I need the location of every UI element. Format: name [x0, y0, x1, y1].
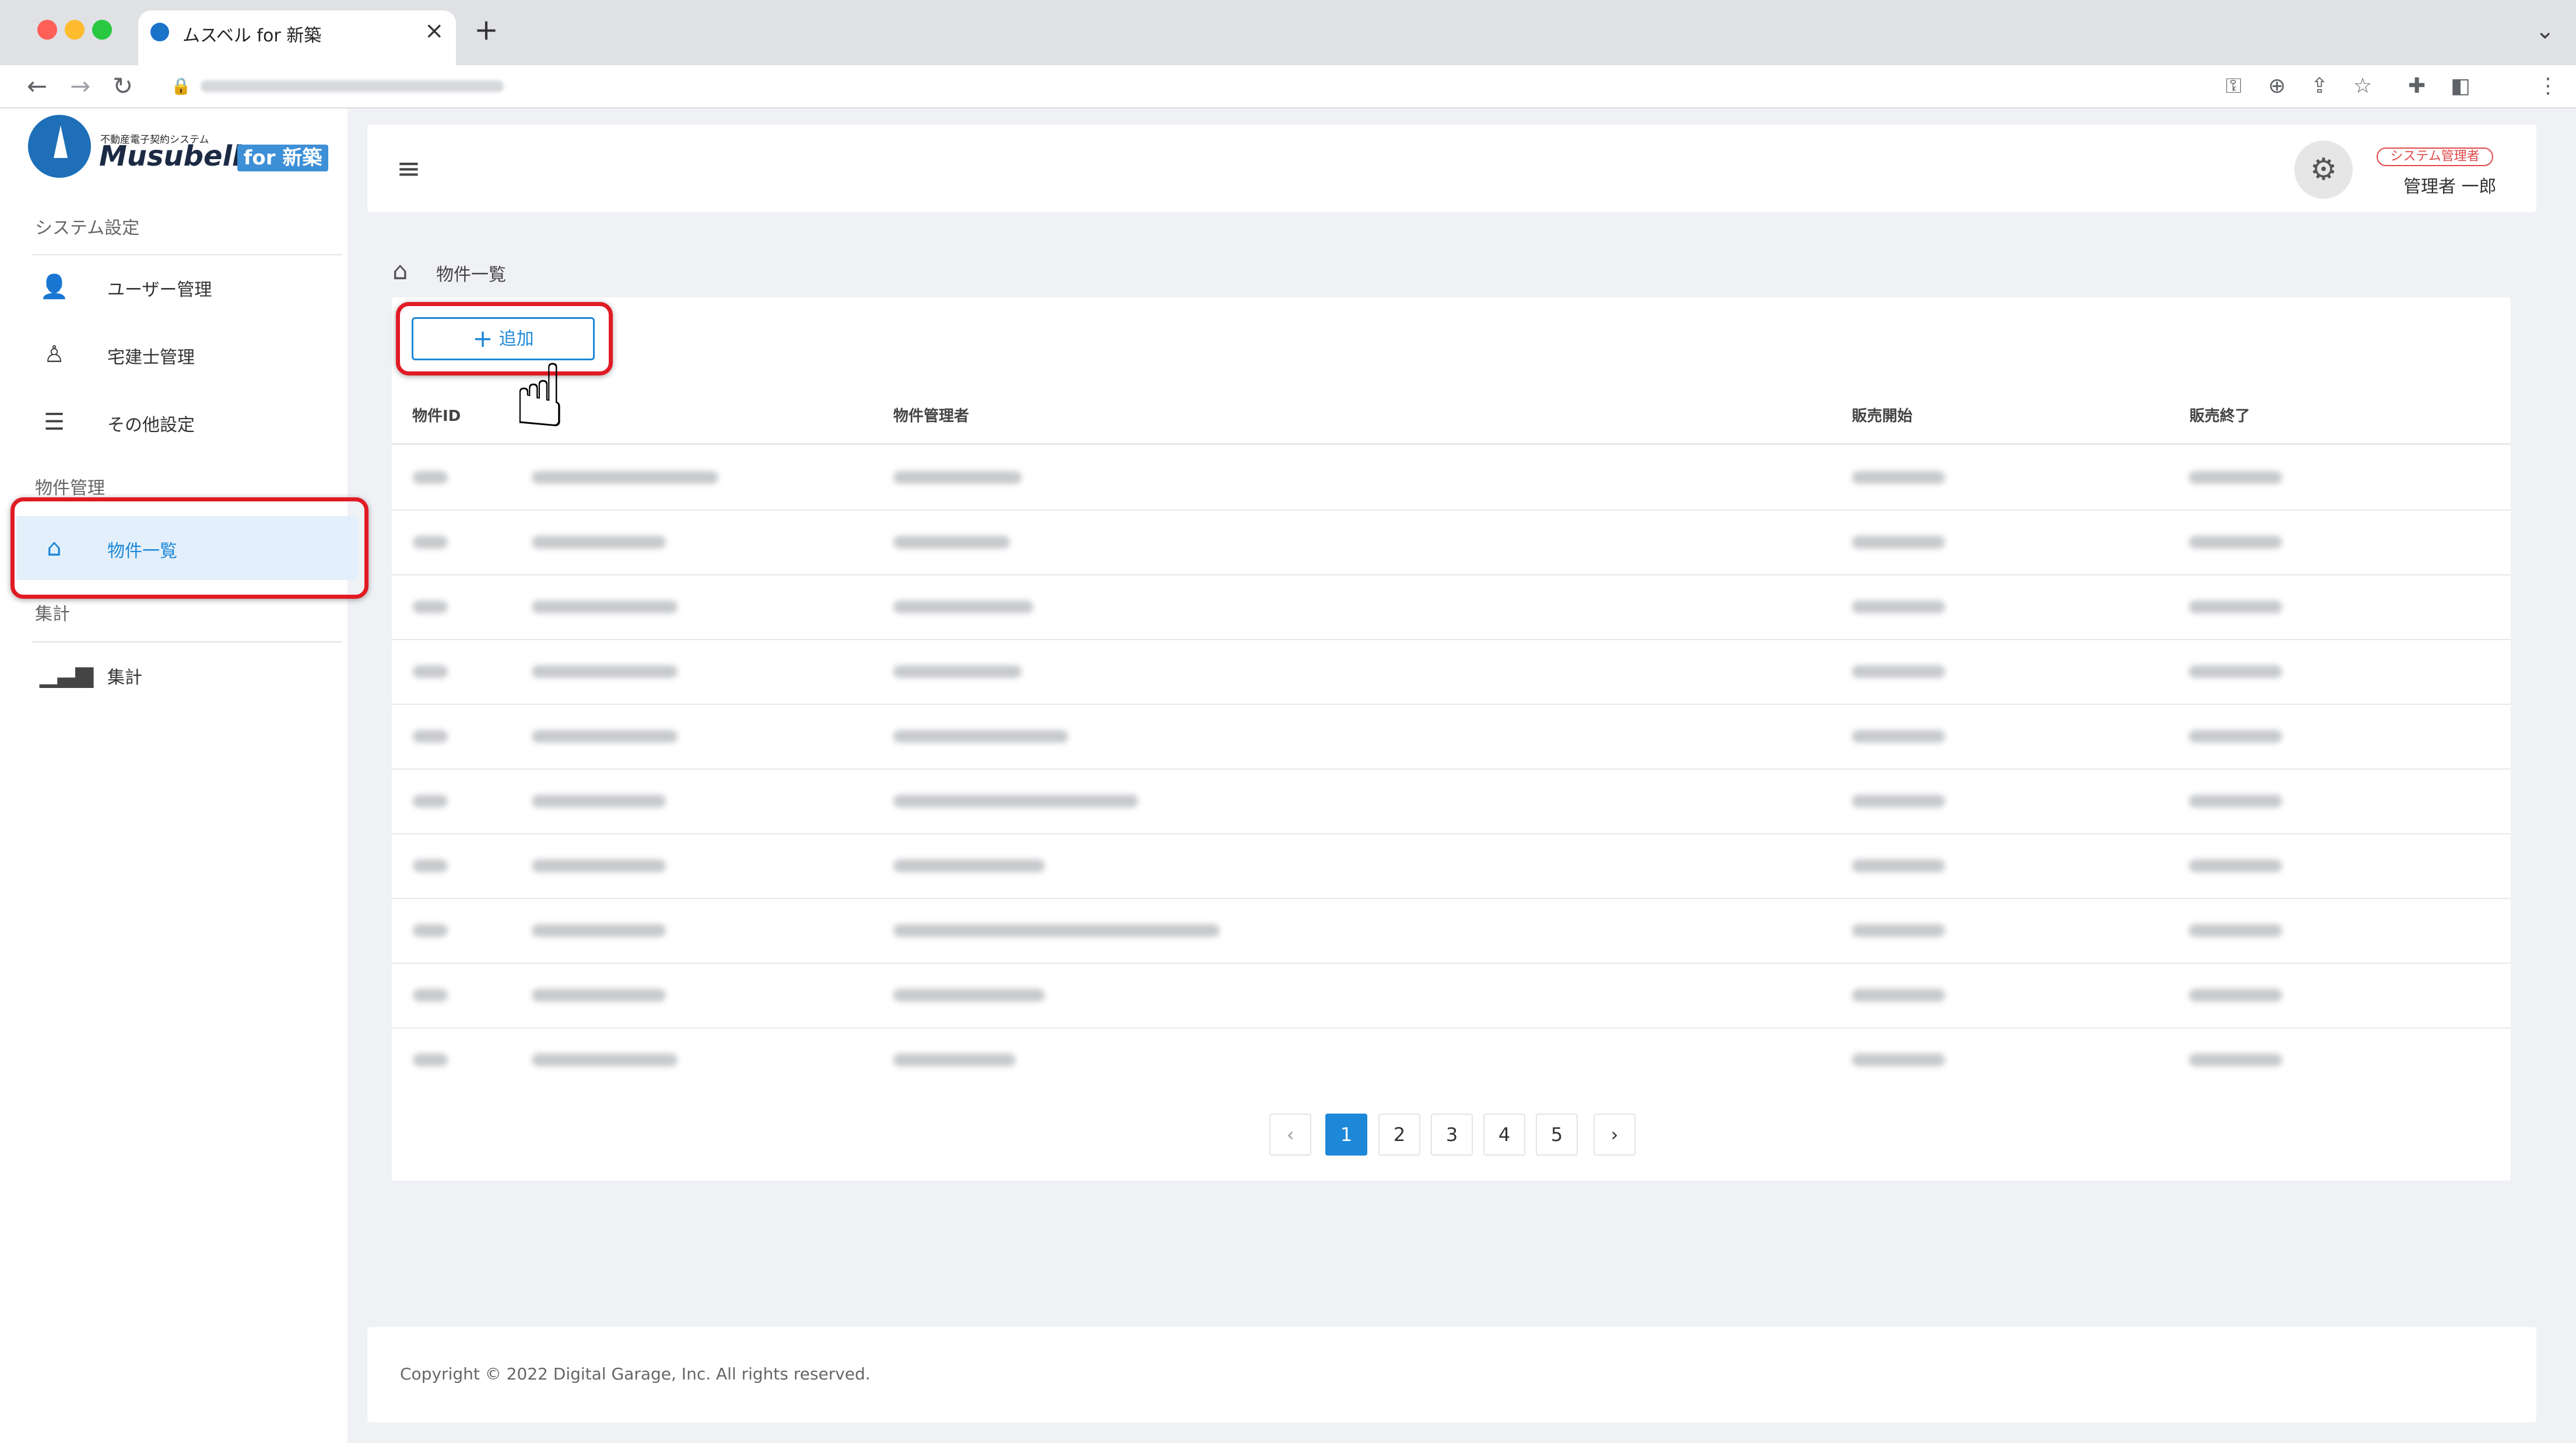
pagination-page[interactable]: 5 — [1536, 1114, 1578, 1156]
pagination-next-icon[interactable]: › — [1594, 1114, 1636, 1156]
table-row[interactable] — [392, 574, 2511, 640]
copyright-text: Copyright © 2022 Digital Garage, Inc. Al… — [400, 1364, 871, 1384]
hamburger-menu-icon[interactable]: ≡ — [396, 152, 421, 185]
agent-icon: ♙ — [44, 341, 65, 368]
sidebar-item-summary[interactable]: ▁▃▆ 集計 — [16, 642, 360, 707]
sidebar-item-label: その他設定 — [107, 415, 195, 436]
header-bar — [367, 125, 2536, 212]
logo-badge: for 新築 — [237, 145, 328, 171]
extensions-icon[interactable]: ✚ — [2408, 65, 2426, 107]
pagination-page[interactable]: 3 — [1431, 1114, 1473, 1156]
sidebar-item-other-settings[interactable]: ☰ その他設定 — [16, 390, 360, 454]
tab-close-icon[interactable]: × — [424, 17, 444, 44]
pagination-prev-icon[interactable]: ‹ — [1269, 1114, 1311, 1156]
tab-title: ムスベル for 新築 — [183, 26, 322, 46]
new-tab-icon[interactable]: + — [474, 13, 499, 47]
sidebar-item-label: 集計 — [107, 668, 142, 688]
list-icon: ☰ — [44, 409, 65, 436]
hand-cursor-icon: ☝ — [513, 346, 567, 447]
back-icon[interactable]: ← — [27, 65, 47, 107]
sidebar-item-agents[interactable]: ♙ 宅建士管理 — [16, 322, 360, 387]
lock-icon: 🔒 — [171, 76, 191, 96]
sidebar-highlight-frame — [10, 497, 368, 599]
window-minimize-dot[interactable] — [65, 20, 85, 40]
table-row[interactable] — [392, 963, 2511, 1028]
add-button-highlight-frame — [396, 302, 613, 375]
column-header-manager[interactable]: 物件管理者 — [893, 404, 969, 426]
section-label-system: システム設定 — [35, 218, 140, 238]
settings-gear-icon[interactable]: ⚙ — [2294, 141, 2353, 199]
column-header-property-id[interactable]: 物件ID — [412, 404, 461, 426]
sidebar-item-label: 宅建士管理 — [107, 347, 195, 368]
reload-icon[interactable]: ↻ — [113, 65, 133, 107]
tab-list-icon[interactable]: ⌄ — [2535, 17, 2555, 44]
logo-icon — [28, 115, 91, 178]
section-label-summary: 集計 — [35, 604, 70, 624]
pagination-page[interactable]: 4 — [1483, 1114, 1525, 1156]
pagination-page[interactable]: 2 — [1378, 1114, 1420, 1156]
column-header-sale-end[interactable]: 販売終了 — [2189, 404, 2250, 426]
table-row[interactable] — [392, 445, 2511, 511]
table-row[interactable] — [392, 833, 2511, 899]
page-title: 物件一覧 — [436, 265, 506, 285]
table-row[interactable] — [392, 768, 2511, 834]
table-row[interactable] — [392, 639, 2511, 705]
table-row[interactable] — [392, 1027, 2511, 1092]
zoom-icon[interactable]: ⊕ — [2268, 65, 2286, 107]
bookmark-star-icon[interactable]: ☆ — [2353, 65, 2372, 107]
window-close-dot[interactable] — [37, 20, 57, 40]
side-panel-icon[interactable]: ◧ — [2451, 65, 2470, 107]
role-badge: システム管理者 — [2377, 148, 2493, 166]
building-icon: ⌂ — [392, 257, 408, 285]
browser-menu-icon[interactable]: ⋮ — [2538, 65, 2559, 107]
logo-name: Musubell — [99, 140, 242, 173]
table-row[interactable] — [392, 510, 2511, 575]
table-row[interactable] — [392, 704, 2511, 770]
forward-icon[interactable]: → — [70, 65, 90, 107]
share-icon[interactable]: ⇪ — [2311, 65, 2328, 107]
pagination-page[interactable]: 1 — [1325, 1114, 1367, 1156]
tab-favicon-icon — [150, 23, 169, 41]
address-bar[interactable] — [201, 80, 504, 92]
section-label-property: 物件管理 — [35, 478, 105, 498]
key-icon[interactable]: ⚿ — [2226, 65, 2241, 107]
sidebar-item-label: ユーザー管理 — [107, 280, 212, 300]
person-icon: 👤 — [40, 273, 69, 300]
table-row[interactable] — [392, 898, 2511, 964]
column-header-sale-start[interactable]: 販売開始 — [1852, 404, 1912, 426]
bar-chart-icon: ▁▃▆ — [40, 661, 94, 688]
user-name[interactable]: 管理者 一郎 — [2403, 172, 2497, 198]
window-zoom-dot[interactable] — [92, 20, 112, 40]
sidebar-item-users[interactable]: 👤 ユーザー管理 — [16, 255, 360, 319]
